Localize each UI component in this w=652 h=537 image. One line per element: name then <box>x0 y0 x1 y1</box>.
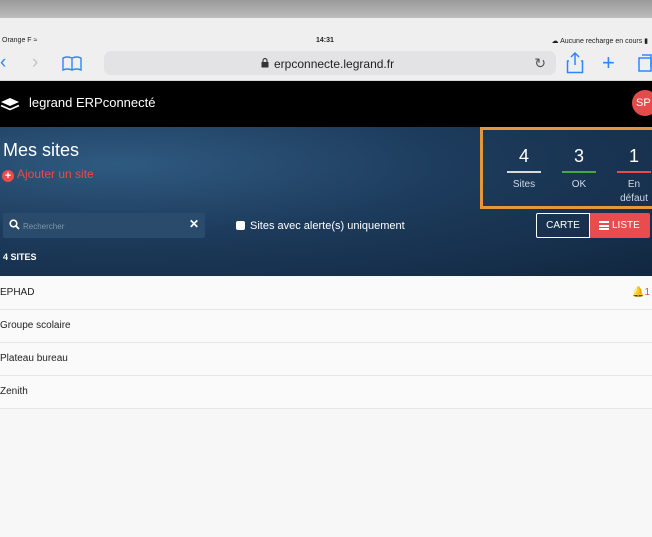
search-icon <box>9 219 20 230</box>
sites-list: EPHAD 🔔1 Groupe scolaire Plateau bureau … <box>0 277 652 409</box>
legrand-logo-icon[interactable] <box>0 97 20 111</box>
page-title: Mes sites <box>3 140 80 160</box>
url-text: erpconnecte.legrand.fr <box>274 57 395 71</box>
device-frame-top <box>0 0 652 18</box>
carrier-label: Orange F ≈ <box>2 37 38 44</box>
site-name: Plateau bureau <box>0 353 68 364</box>
app-header: legrand ERPconnecté SP <box>0 81 652 127</box>
lock-icon <box>261 58 269 68</box>
back-arrow-icon[interactable]: ‹ <box>0 51 6 75</box>
alert-filter-checkbox[interactable]: Sites avec alerte(s) uniquement <box>236 220 405 232</box>
list-view-label: LISTE <box>612 220 640 231</box>
site-stats-panel: 4 Sites 3 OK 1 En défaut <box>480 127 652 209</box>
search-input[interactable] <box>21 216 185 236</box>
site-name: Zenith <box>0 386 28 397</box>
stat-en-defaut-underline <box>617 171 651 173</box>
map-view-button[interactable]: CARTE <box>536 213 590 238</box>
stat-ok-underline <box>562 171 596 173</box>
new-tab-plus-icon[interactable]: + <box>602 51 615 75</box>
reload-icon[interactable]: ↻ <box>534 55 546 72</box>
list-item[interactable]: Groupe scolaire <box>0 310 652 343</box>
checkbox-icon[interactable] <box>236 221 245 230</box>
stat-en-defaut-label: En défaut <box>620 179 648 204</box>
search-box: ✕ <box>3 213 205 238</box>
bell-icon: 🔔 <box>631 287 645 298</box>
bookmarks-icon[interactable] <box>62 56 82 71</box>
stat-en-defaut-value: 1 <box>628 146 639 166</box>
alert-filter-label: Sites avec alerte(s) uniquement <box>250 220 405 232</box>
browser-toolbar: ‹ › erpconnecte.legrand.fr ↻ + <box>0 46 652 81</box>
stat-ok-label: OK <box>571 179 587 190</box>
site-name: Groupe scolaire <box>0 320 71 331</box>
stat-sites-label: Sites <box>512 179 536 190</box>
tabs-icon[interactable] <box>638 54 652 72</box>
share-icon[interactable] <box>566 52 584 74</box>
site-name: EPHAD <box>0 287 35 298</box>
clear-search-icon[interactable]: ✕ <box>189 217 199 231</box>
list-icon <box>599 221 609 230</box>
stat-ok-value: 3 <box>573 146 584 166</box>
clock: 14:31 <box>316 37 334 44</box>
forward-arrow-icon[interactable]: › <box>32 51 38 75</box>
user-avatar[interactable]: SP <box>632 90 652 116</box>
list-item[interactable]: Plateau bureau <box>0 343 652 376</box>
add-site-label: Ajouter un site <box>17 167 94 181</box>
add-site-link[interactable]: + Ajouter un site <box>2 167 94 182</box>
stat-sites-underline <box>507 171 541 173</box>
plus-circle-icon: + <box>2 170 14 182</box>
list-item[interactable]: EPHAD 🔔1 <box>0 277 652 310</box>
site-count: 4 SITES <box>3 252 37 262</box>
list-item[interactable]: Zenith <box>0 376 652 409</box>
battery-status: ☁ Aucune recharge en cours ▮ <box>551 38 648 45</box>
alert-badge: 🔔1 <box>631 287 650 298</box>
stat-sites-value: 4 <box>518 146 529 166</box>
address-bar[interactable]: erpconnecte.legrand.fr ↻ <box>104 51 556 75</box>
list-view-button[interactable]: LISTE <box>590 213 650 238</box>
app-title: legrand ERPconnecté <box>29 95 156 110</box>
sites-header-panel: Mes sites + Ajouter un site 4 Sites 3 OK … <box>0 127 652 276</box>
status-bar: Orange F ≈ 14:31 ☁ Aucune recharge en co… <box>0 18 652 46</box>
